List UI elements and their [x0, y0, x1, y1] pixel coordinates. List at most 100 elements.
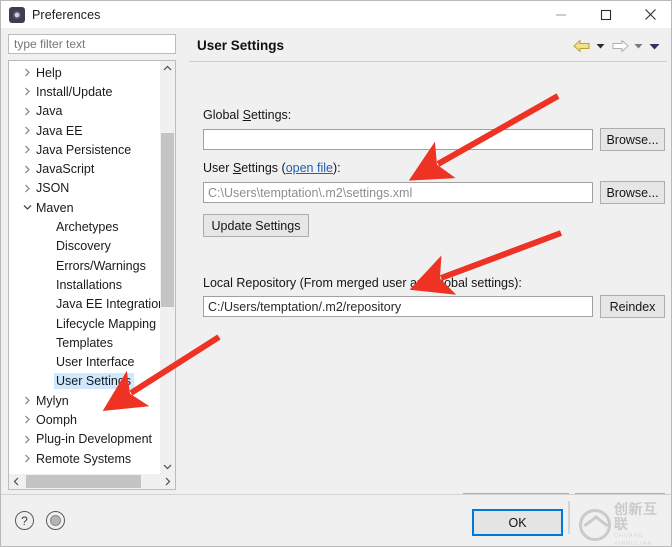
- chevron-right-icon[interactable]: [21, 124, 34, 137]
- chevron-right-icon[interactable]: [21, 394, 34, 407]
- sidebar-item-label: JSON: [36, 181, 69, 195]
- sidebar-item-installations[interactable]: Installations: [9, 275, 159, 294]
- sidebar-item-java-ee-integration[interactable]: Java EE Integration: [9, 295, 159, 314]
- sidebar-item-plug-in-development[interactable]: Plug-in Development: [9, 430, 159, 449]
- search-input[interactable]: [8, 34, 176, 54]
- user-settings-input[interactable]: [203, 182, 593, 203]
- preferences-gear-icon: [9, 7, 25, 23]
- sidebar-item-javascript[interactable]: JavaScript: [9, 159, 159, 178]
- preferences-tree[interactable]: Help Install/Update Java Java EE Java Persis…: [8, 60, 176, 490]
- chevron-right-icon[interactable]: [21, 452, 34, 465]
- chevron-right-icon[interactable]: [21, 182, 34, 195]
- scroll-left-icon[interactable]: [9, 474, 24, 489]
- sidebar-item-label: Oomph: [36, 413, 77, 427]
- sidebar-item-mylyn[interactable]: Mylyn: [9, 391, 159, 410]
- footer-divider: [568, 501, 570, 534]
- scroll-right-icon[interactable]: [160, 474, 175, 489]
- sidebar-item-install-update[interactable]: Install/Update: [9, 82, 159, 101]
- user-settings-label: User Settings (open file):: [203, 161, 341, 175]
- back-arrow-icon[interactable]: [572, 37, 591, 55]
- sidebar-item-user-interface[interactable]: User Interface: [9, 352, 159, 371]
- forward-dropdown-icon[interactable]: [632, 37, 645, 55]
- tree-item-list: Help Install/Update Java Java EE Java Persis…: [9, 63, 159, 468]
- sidebar-item-label: Templates: [56, 336, 113, 350]
- chevron-right-icon[interactable]: [21, 85, 34, 98]
- sidebar-item-discovery[interactable]: Discovery: [9, 237, 159, 256]
- record-circle-icon[interactable]: [46, 511, 65, 530]
- sidebar-item-label: Discovery: [56, 239, 111, 253]
- maximize-icon[interactable]: [583, 1, 628, 28]
- preferences-dialog: Preferences Help Install/Update Java Java E…: [0, 0, 672, 547]
- sidebar-item-label: Java Persistence: [36, 143, 131, 157]
- ok-button[interactable]: OK: [472, 509, 563, 536]
- sidebar-item-java[interactable]: Java: [9, 102, 159, 121]
- sidebar-item-label: User Settings: [54, 373, 134, 389]
- sidebar-item-oomph[interactable]: Oomph: [9, 410, 159, 429]
- watermark-mark-icon: [579, 509, 611, 541]
- watermark-cn-text: 创新互联: [614, 502, 669, 532]
- sidebar-item-errors-warnings[interactable]: Errors/Warnings: [9, 256, 159, 275]
- page-nav-toolbar: [572, 37, 661, 55]
- scroll-up-icon[interactable]: [160, 61, 175, 76]
- close-icon[interactable]: [628, 1, 672, 28]
- tree-horizontal-scrollbar[interactable]: [9, 474, 175, 489]
- sidebar-item-java-ee[interactable]: Java EE: [9, 121, 159, 140]
- view-menu-icon[interactable]: [648, 37, 661, 55]
- sidebar-item-help[interactable]: Help: [9, 63, 159, 82]
- minimize-icon[interactable]: [538, 1, 583, 28]
- sidebar-item-label: Java: [36, 104, 62, 118]
- sidebar-item-remote-systems[interactable]: Remote Systems: [9, 449, 159, 468]
- sidebar-item-label: Java EE Integration: [56, 297, 165, 311]
- sidebar-item-label: Mylyn: [36, 394, 69, 408]
- help-circle-icon[interactable]: ?: [15, 511, 34, 530]
- tree-vertical-scrollbar[interactable]: [160, 61, 175, 474]
- sidebar-item-java-persistence[interactable]: Java Persistence: [9, 140, 159, 159]
- watermark-logo: 创新互联 CHUANG XINHULIAN: [579, 509, 669, 541]
- open-file-link[interactable]: open file: [286, 161, 333, 175]
- sidebar-item-label: Plug-in Development: [36, 432, 152, 446]
- sidebar-item-label: Archetypes: [56, 220, 119, 234]
- local-repository-label: Local Repository (From merged user and g…: [203, 276, 522, 290]
- back-dropdown-icon[interactable]: [594, 37, 607, 55]
- local-repository-input[interactable]: [203, 296, 593, 317]
- settings-page: User Settings: [189, 32, 667, 494]
- chevron-right-icon[interactable]: [21, 163, 34, 176]
- scroll-down-icon[interactable]: [160, 459, 175, 474]
- chevron-right-icon[interactable]: [21, 105, 34, 118]
- sidebar-item-label: User Interface: [56, 355, 135, 369]
- forward-arrow-icon[interactable]: [610, 37, 629, 55]
- chevron-right-icon[interactable]: [21, 433, 34, 446]
- sidebar-item-label: Install/Update: [36, 85, 112, 99]
- sidebar-item-label: Help: [36, 66, 62, 80]
- sidebar-item-templates[interactable]: Templates: [9, 333, 159, 352]
- sidebar-item-user-settings[interactable]: User Settings: [9, 372, 159, 391]
- title-bar: Preferences: [1, 1, 672, 28]
- sidebar-item-label: Remote Systems: [36, 452, 131, 466]
- sidebar-item-label: Maven: [36, 201, 74, 215]
- vertical-scroll-thumb[interactable]: [161, 133, 174, 307]
- sidebar-item-label: JavaScript: [36, 162, 94, 176]
- horizontal-scroll-thumb[interactable]: [26, 475, 141, 488]
- chevron-right-icon[interactable]: [21, 66, 34, 79]
- update-settings-button[interactable]: Update Settings: [203, 214, 309, 237]
- sidebar-item-json[interactable]: JSON: [9, 179, 159, 198]
- sidebar-item-archetypes[interactable]: Archetypes: [9, 217, 159, 236]
- global-settings-input[interactable]: [203, 129, 593, 150]
- sidebar-item-maven[interactable]: Maven: [9, 198, 159, 217]
- page-title: User Settings: [197, 38, 284, 53]
- chevron-right-icon[interactable]: [21, 143, 34, 156]
- sidebar-item-label: Errors/Warnings: [56, 259, 146, 273]
- chevron-down-icon[interactable]: [21, 201, 34, 214]
- user-settings-browse-button[interactable]: Browse...: [600, 181, 665, 204]
- chevron-right-icon[interactable]: [21, 413, 34, 426]
- window-controls: [538, 1, 672, 28]
- sidebar-item-label: Lifecycle Mapping: [56, 317, 156, 331]
- window-title: Preferences: [32, 8, 101, 22]
- sidebar-item-label: Installations: [56, 278, 122, 292]
- page-header: User Settings: [189, 32, 667, 62]
- reindex-button[interactable]: Reindex: [600, 295, 665, 318]
- dialog-footer: ?: [1, 494, 671, 546]
- sidebar-item-lifecycle-mapping[interactable]: Lifecycle Mapping: [9, 314, 159, 333]
- global-settings-browse-button[interactable]: Browse...: [600, 128, 665, 151]
- watermark-en-text: CHUANG XINHULIAN: [614, 532, 669, 547]
